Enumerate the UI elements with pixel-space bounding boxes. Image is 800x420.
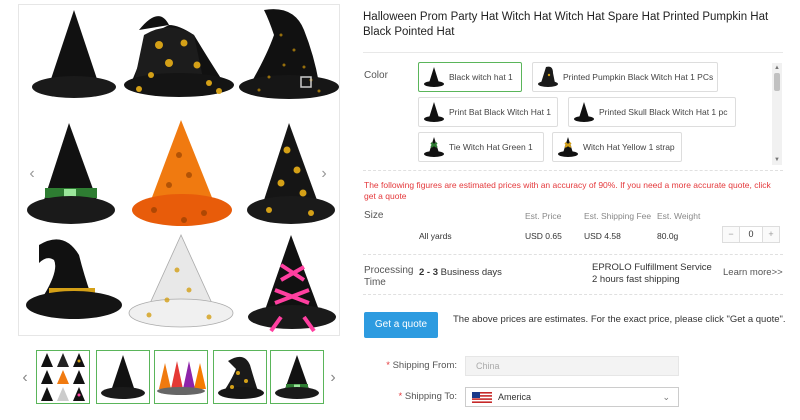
- product-page: ‹ › ‹ › Halloween Prom Party Hat Witch H…: [0, 0, 800, 420]
- weight-header: Est. Weight: [657, 211, 701, 221]
- option-label: Printed Pumpkin Black Witch Hat 1 PCs: [563, 72, 714, 82]
- shipping-to-text: Shipping To:: [404, 391, 457, 402]
- quantity-stepper: − 0 +: [722, 226, 780, 243]
- required-mark: *: [398, 391, 403, 402]
- fulfillment-service: EPROLO Fulfillment Service 2 hours fast …: [592, 262, 712, 286]
- shipping-from-text: Shipping From:: [392, 360, 457, 371]
- color-option-printed-pumpkin[interactable]: Printed Pumpkin Black Witch Hat 1 PCs: [532, 62, 718, 92]
- shipping-to-label: * Shipping To:: [362, 391, 457, 402]
- color-option-print-bat[interactable]: Print Bat Black Witch Hat 1: [418, 97, 558, 127]
- hat-swatch-icon: [424, 67, 444, 87]
- hat-image-7: [26, 239, 122, 319]
- color-options: Black witch hat 1 Printed Pumpkin Black …: [418, 62, 768, 164]
- shipping-fee-header: Est. Shipping Fee: [584, 211, 652, 221]
- price-header: Est. Price: [525, 211, 562, 221]
- option-label: Print Bat Black Witch Hat 1: [449, 107, 552, 117]
- thumb-colored-witch-hats[interactable]: [154, 350, 208, 404]
- increase-button[interactable]: +: [763, 227, 779, 242]
- chevron-left-icon[interactable]: ‹: [18, 368, 32, 388]
- option-label: Witch Hat Yellow 1 strap: [583, 142, 675, 152]
- scrollbar-thumb[interactable]: [774, 73, 780, 91]
- divider: [363, 294, 783, 295]
- size-value: All yards: [419, 231, 452, 241]
- hat-swatch-icon: [424, 137, 444, 157]
- thumb-pumpkin-witch-hat[interactable]: [213, 350, 267, 404]
- thumb-green-buckle-witch-hat[interactable]: [270, 350, 324, 404]
- get-quote-link[interactable]: The following figures are estimated pric…: [364, 180, 771, 201]
- color-option-printed-skull[interactable]: Printed Skull Black Witch Hat 1 pc: [568, 97, 736, 127]
- us-flag-icon: [472, 392, 492, 403]
- hat-swatch-icon: [538, 66, 558, 87]
- color-option-yellow-strap[interactable]: Witch Hat Yellow 1 strap: [552, 132, 682, 162]
- processing-days: 2 - 3 Business days: [419, 267, 502, 278]
- shipping-from-label: * Shipping From:: [362, 360, 457, 371]
- thumbnail-strip: ‹ ›: [18, 348, 340, 410]
- chevron-right-icon[interactable]: ›: [316, 164, 332, 184]
- processing-time-label: Processing Time: [364, 265, 414, 288]
- processing-days-range: 2 - 3: [419, 267, 439, 278]
- shipping-fee-value: USD 4.58: [584, 231, 621, 241]
- learn-more-link[interactable]: Learn more>>: [723, 267, 783, 278]
- hat-image-4: [27, 123, 115, 224]
- estimate-notice[interactable]: The following figures are estimated pric…: [364, 180, 774, 202]
- service-name: EPROLO Fulfillment Service: [592, 262, 712, 273]
- hat-image-5: [132, 120, 232, 226]
- quantity-input[interactable]: 0: [739, 227, 763, 242]
- thumb-witch-hat-set[interactable]: [36, 350, 90, 404]
- divider: [363, 254, 783, 255]
- chevron-right-icon[interactable]: ›: [326, 368, 340, 388]
- chevron-left-icon[interactable]: ‹: [24, 164, 40, 184]
- thumb-black-witch-hat[interactable]: [96, 350, 150, 404]
- product-title: Halloween Prom Party Hat Witch Hat Witch…: [363, 11, 769, 38]
- hat-image-1: [32, 10, 116, 98]
- divider: [363, 52, 783, 53]
- required-mark: *: [386, 360, 390, 371]
- option-label: Printed Skull Black Witch Hat 1 pc: [599, 107, 728, 117]
- service-speed: 2 hours fast shipping: [592, 274, 680, 285]
- weight-value: 80.0g: [657, 231, 679, 241]
- hat-swatch-icon: [558, 137, 578, 157]
- divider: [363, 170, 783, 171]
- processing-days-unit: Business days: [438, 267, 502, 278]
- options-scrollbar[interactable]: ▲ ▼: [772, 63, 782, 165]
- color-option-tie-green[interactable]: Tie Witch Hat Green 1: [418, 132, 544, 162]
- shipping-to-value: America: [498, 392, 532, 402]
- color-option-black-witch-hat[interactable]: Black witch hat 1: [418, 62, 522, 92]
- size-label: Size: [364, 210, 384, 221]
- chevron-down-icon: ⌄: [662, 392, 670, 402]
- get-quote-button[interactable]: Get a quote: [364, 312, 438, 338]
- option-label: Black witch hat 1: [449, 72, 513, 82]
- shipping-to-select[interactable]: America ⌄: [465, 387, 679, 407]
- option-label: Tie Witch Hat Green 1: [449, 142, 533, 152]
- quote-note: The above prices are estimates. For the …: [453, 314, 786, 325]
- shipping-from-field: China: [465, 356, 679, 376]
- hat-swatch-icon: [574, 102, 594, 122]
- hat-image-3: [239, 9, 339, 99]
- color-label: Color: [364, 70, 388, 81]
- hat-image-2: [124, 16, 234, 97]
- main-product-image: [18, 4, 340, 336]
- hat-swatch-icon: [424, 102, 444, 122]
- decrease-button[interactable]: −: [723, 227, 739, 242]
- hat-image-8: [128, 234, 234, 328]
- scroll-up-icon[interactable]: ▲: [772, 63, 782, 73]
- scroll-down-icon[interactable]: ▼: [772, 155, 782, 165]
- price-value: USD 0.65: [525, 231, 562, 241]
- hat-image-9: [248, 235, 336, 333]
